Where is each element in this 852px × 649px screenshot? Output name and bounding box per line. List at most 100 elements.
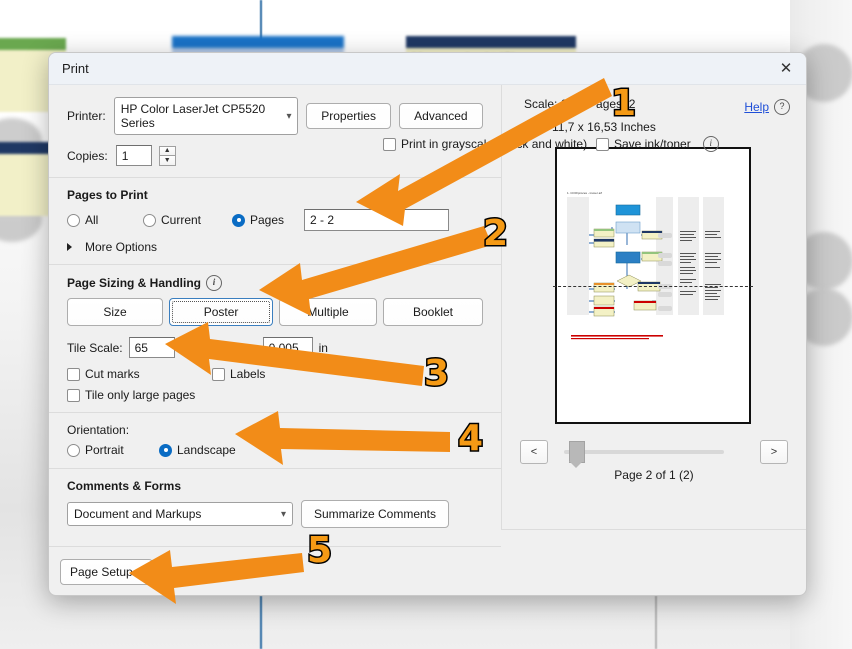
cut-marks-checkbox[interactable]: Cut marks <box>67 367 212 381</box>
tile-only-checkbox[interactable]: Tile only large pages <box>67 388 195 402</box>
preview-slider-track[interactable] <box>564 450 724 454</box>
overlap-input[interactable] <box>262 337 313 358</box>
tile-scale-label: Tile Scale: <box>67 340 123 355</box>
pages-to-print-title: Pages to Print <box>67 188 148 202</box>
orientation-title: Orientation: <box>67 423 130 437</box>
preview-page: 1. COO/proces - invoer a/f <box>553 147 753 424</box>
pages-range-input[interactable] <box>304 209 449 231</box>
triangle-right-icon <box>67 243 72 251</box>
dialog-title: Print <box>62 61 89 76</box>
footer-divider <box>49 546 501 547</box>
booklet-mode-button[interactable]: Booklet <box>383 298 483 326</box>
tile-scale-input[interactable] <box>128 337 175 358</box>
save-ink-checkbox[interactable]: Save ink/toner <box>596 137 691 151</box>
page-sizing-modes: Size Poster Multiple Booklet <box>67 298 483 326</box>
copies-label: Copies: <box>67 148 108 163</box>
printer-label: Printer: <box>67 109 106 123</box>
printer-row: Printer: HP Color LaserJet CP5520 Series… <box>67 97 483 135</box>
landscape-label: Landscape <box>177 443 236 457</box>
note-header <box>406 36 576 48</box>
tile-only-row: Tile only large pages <box>67 388 483 402</box>
chevron-down-icon: ▾ <box>286 110 292 122</box>
info-icon[interactable]: i <box>206 275 223 291</box>
pages-to-print-section: Pages to Print All Current Pages 2 - 2 M… <box>49 177 501 264</box>
save-ink-label: Save ink/toner <box>614 137 691 151</box>
pages-radio-current[interactable]: Current <box>143 213 232 227</box>
comments-forms-select[interactable]: Document and Markups ▾ <box>67 502 293 526</box>
page-sizing-title: Page Sizing & Handling i <box>67 275 483 291</box>
dialog-body: Printer: HP Color LaserJet CP5520 Series… <box>49 85 806 595</box>
poster-mode-button[interactable]: Poster <box>169 298 273 326</box>
pages-radio-pages[interactable]: Pages <box>232 213 302 227</box>
chevron-up-icon[interactable]: ▲ <box>158 145 176 156</box>
comments-forms-value: Document and Markups <box>74 507 202 521</box>
orientation-options: Portrait Landscape <box>67 443 483 457</box>
labels-label: Labels <box>230 367 266 381</box>
print-options-row: Print in grayscale (black and white) Sav… <box>383 136 719 152</box>
overlap-unit: in <box>318 340 328 355</box>
tile-only-label: Tile only large pages <box>85 388 196 402</box>
more-options-label: More Options <box>85 240 158 254</box>
close-icon[interactable]: ✕ <box>774 57 798 79</box>
grayscale-checkbox[interactable]: Print in grayscale (black and white) <box>383 137 596 151</box>
summarize-comments-button[interactable]: Summarize Comments <box>301 500 449 528</box>
portrait-radio[interactable]: Portrait <box>67 443 159 457</box>
preview-slider-thumb[interactable] <box>569 441 585 468</box>
next-page-button[interactable]: > <box>760 440 788 464</box>
dialog-right-column: Help ? Scale: 65% Pages: 2 11,7 x 16,53 … <box>501 85 806 595</box>
preview-diagram: 1. COO/proces - invoer a/f <box>567 191 724 340</box>
size-mode-button[interactable]: Size <box>67 298 164 326</box>
printer-section: Printer: HP Color LaserJet CP5520 Series… <box>49 85 501 177</box>
overlap-label: Overlap: <box>211 340 257 355</box>
preview-scale-line: Scale: 65% Pages: 2 <box>524 97 636 111</box>
checkbox-icon <box>212 367 225 381</box>
comments-forms-row: Document and Markups ▾ Summarize Comment… <box>67 500 483 528</box>
pages-radio-all[interactable]: All <box>67 213 143 227</box>
radio-icon <box>67 443 80 457</box>
checkbox-icon <box>67 367 80 381</box>
printer-select-value: HP Color LaserJet CP5520 Series <box>120 102 266 130</box>
pages-radio-current-label: Current <box>161 213 202 227</box>
preview-dimensions: 11,7 x 16,53 Inches <box>552 120 656 134</box>
copies-input[interactable] <box>115 145 152 166</box>
printer-select[interactable]: HP Color LaserJet CP5520 Series ▾ <box>113 97 299 135</box>
diagram-connector-line <box>260 596 262 649</box>
copies-spinner[interactable]: ▲ ▼ <box>158 145 176 166</box>
properties-button[interactable]: Properties <box>306 103 391 129</box>
multiple-mode-button[interactable]: Multiple <box>278 298 378 326</box>
background-divider-line <box>655 596 657 649</box>
pages-radio-pages-label: Pages <box>250 213 285 227</box>
pages-radio-all-label: All <box>85 213 99 227</box>
cut-marks-label: Cut marks <box>85 367 140 381</box>
svg-text:1. COO/proces - invoer a/f: 1. COO/proces - invoer a/f <box>567 191 602 195</box>
checkbox-icon <box>596 137 609 151</box>
dialog-footer-right: Print Cancel <box>501 529 806 595</box>
tile-scale-unit: % <box>180 340 192 355</box>
chevron-down-icon: ▾ <box>280 508 286 520</box>
pages-options-row: All Current Pages <box>67 209 483 231</box>
tab-header <box>172 36 344 48</box>
radio-icon-selected <box>159 443 172 457</box>
radio-icon-selected <box>232 213 245 227</box>
page-sizing-section: Page Sizing & Handling i Size Poster Mul… <box>49 264 501 412</box>
checkbox-icon <box>383 137 396 151</box>
preview-nav-row: < > <box>502 440 806 468</box>
preview-page-label: Page 2 of 1 (2) <box>614 468 694 482</box>
chevron-down-icon[interactable]: ▼ <box>158 155 176 166</box>
page-setup-button[interactable]: Page Setup... <box>60 559 153 585</box>
cut-marks-row: Cut marks Labels <box>67 367 483 381</box>
note-header <box>0 38 66 50</box>
landscape-radio[interactable]: Landscape <box>159 443 236 457</box>
prev-page-button[interactable]: < <box>520 440 548 464</box>
more-options-row[interactable]: More Options <box>67 240 483 254</box>
dialog-left-column: Printer: HP Color LaserJet CP5520 Series… <box>49 85 501 595</box>
dialog-titlebar: Print ✕ <box>49 53 806 85</box>
comments-forms-section: Comments & Forms Document and Markups ▾ … <box>49 468 501 540</box>
advanced-button[interactable]: Advanced <box>398 103 483 129</box>
tile-row: Tile Scale: % Overlap: in <box>67 337 483 358</box>
info-icon[interactable]: i <box>702 136 719 152</box>
labels-checkbox[interactable]: Labels <box>212 367 265 381</box>
checkbox-icon <box>67 388 80 402</box>
comments-forms-title: Comments & Forms <box>67 479 182 493</box>
page-sizing-title-label: Page Sizing & Handling <box>67 276 202 290</box>
